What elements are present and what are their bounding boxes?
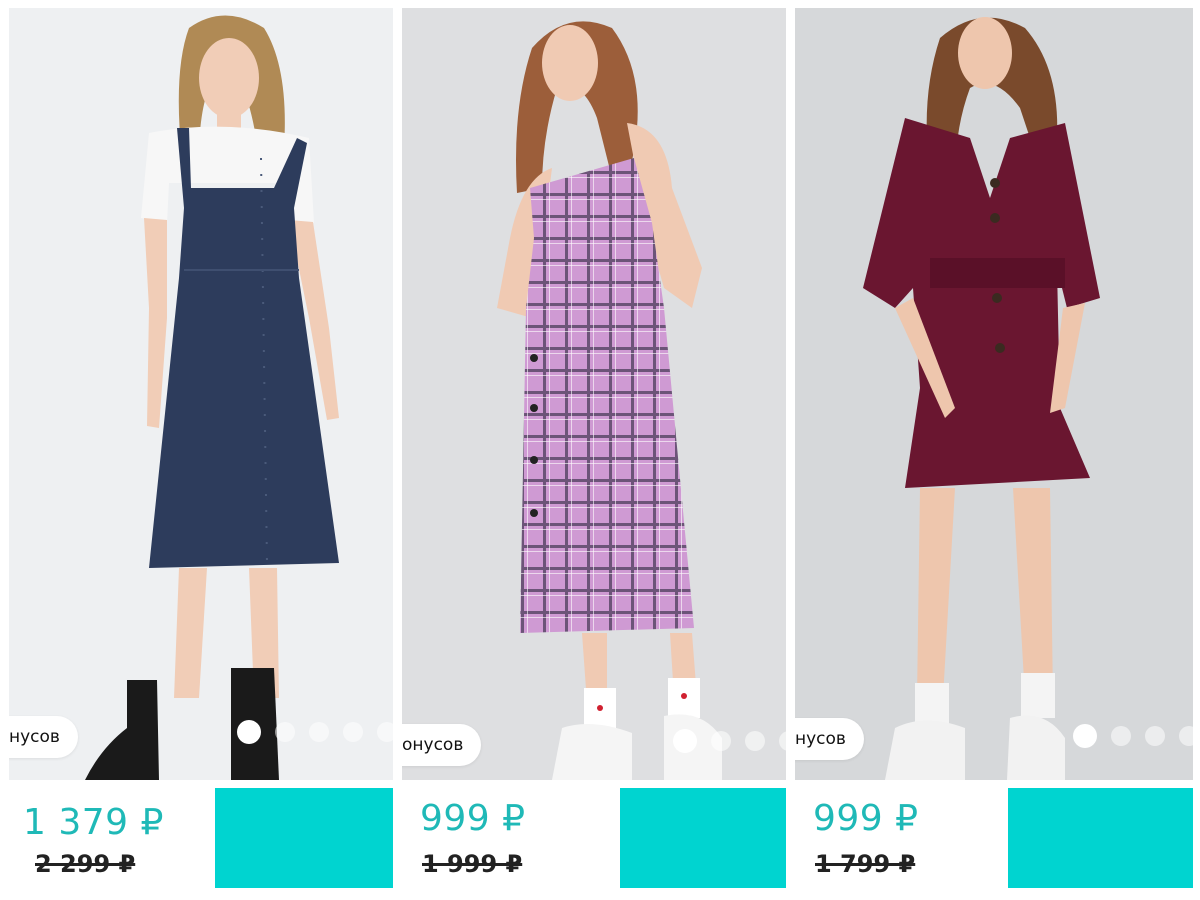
carousel-dot[interactable] <box>1111 726 1131 746</box>
current-price: 999 ₽ <box>420 798 526 839</box>
carousel-dot-active[interactable] <box>1073 724 1097 748</box>
bonus-badge-text: нусов <box>795 729 846 749</box>
denim-pinafore-dress-photo[interactable]: нусов <box>9 8 393 780</box>
add-to-cart-button[interactable] <box>1008 788 1193 888</box>
carousel-dot[interactable] <box>1179 726 1193 746</box>
product-card[interactable]: нусов 999 ₽ 1 799 ₽ <box>795 8 1193 894</box>
carousel-dots <box>1073 724 1193 748</box>
price-section: 999 ₽ 1 799 ₽ <box>795 780 1193 894</box>
product-image <box>9 8 393 780</box>
current-price: 999 ₽ <box>813 798 919 839</box>
carousel-dots <box>237 720 393 744</box>
burgundy-shirt-dress-photo[interactable]: нусов <box>795 8 1193 780</box>
bonus-badge[interactable]: нусов <box>9 716 78 758</box>
bonus-badge[interactable]: нусов <box>795 718 864 760</box>
carousel-dot[interactable] <box>343 722 363 742</box>
carousel-dots <box>673 729 786 753</box>
add-to-cart-button[interactable] <box>620 788 786 888</box>
carousel-dot[interactable] <box>309 722 329 742</box>
current-price: 1 379 ₽ <box>23 802 164 843</box>
carousel-dot[interactable] <box>1145 726 1165 746</box>
product-card[interactable]: нусов 1 379 ₽ 2 299 ₽ <box>9 8 393 894</box>
old-price: 1 999 ₽ <box>422 850 523 878</box>
carousel-dot-active[interactable] <box>673 729 697 753</box>
old-price: 2 299 ₽ <box>35 850 136 878</box>
bonus-badge[interactable]: онусов <box>402 724 482 766</box>
carousel-dot[interactable] <box>779 731 786 751</box>
price-section: 999 ₽ 1 999 ₽ <box>402 780 786 894</box>
bonus-badge-text: нусов <box>9 727 60 747</box>
pink-plaid-dress-photo[interactable]: онусов <box>402 8 786 780</box>
old-price: 1 799 ₽ <box>815 850 916 878</box>
carousel-dot[interactable] <box>711 731 731 751</box>
product-image <box>795 8 1193 780</box>
product-card[interactable]: онусов 999 ₽ 1 999 ₽ <box>402 8 786 894</box>
price-section: 1 379 ₽ 2 299 ₽ <box>9 780 393 894</box>
carousel-dot[interactable] <box>377 722 393 742</box>
product-image <box>402 8 786 780</box>
carousel-dot[interactable] <box>745 731 765 751</box>
carousel-dot[interactable] <box>275 722 295 742</box>
carousel-dot-active[interactable] <box>237 720 261 744</box>
bonus-badge-text: онусов <box>402 735 464 755</box>
add-to-cart-button[interactable] <box>215 788 393 888</box>
